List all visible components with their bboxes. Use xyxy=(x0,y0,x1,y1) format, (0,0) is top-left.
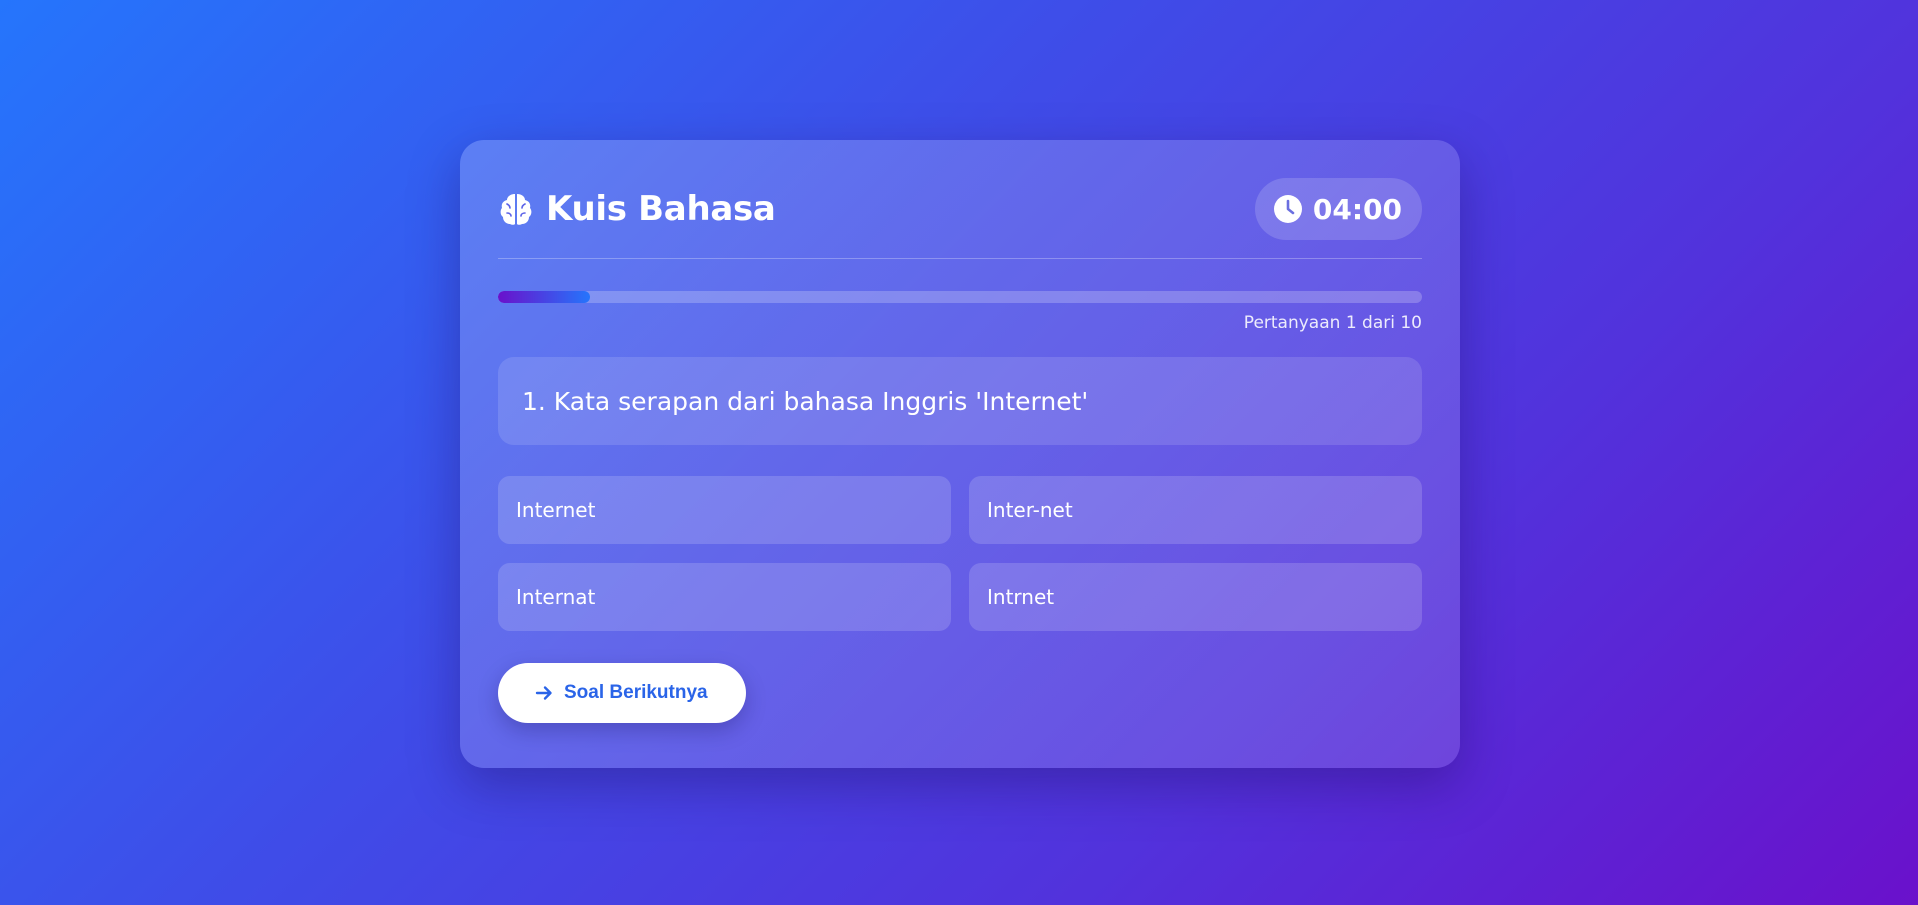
timer-value: 04:00 xyxy=(1312,192,1402,226)
next-question-button[interactable]: Soal Berikutnya xyxy=(498,663,746,723)
option-button[interactable]: Intrnet xyxy=(969,563,1422,631)
progress-fill xyxy=(498,291,591,303)
next-question-label: Soal Berikutnya xyxy=(564,682,708,703)
question-text: 1. Kata serapan dari bahasa Inggris 'Int… xyxy=(522,386,1089,416)
app-title: Kuis Bahasa xyxy=(546,189,776,229)
brain-icon xyxy=(498,191,534,227)
brand: Kuis Bahasa xyxy=(498,189,776,229)
header-divider xyxy=(498,258,1422,259)
arrow-right-icon xyxy=(534,683,554,703)
clock-icon xyxy=(1273,194,1303,224)
option-button[interactable]: Internet xyxy=(498,476,951,544)
option-label: Internet xyxy=(516,498,596,522)
progress-bar xyxy=(498,291,1422,303)
question-box: 1. Kata serapan dari bahasa Inggris 'Int… xyxy=(498,357,1422,445)
quiz-card: Kuis Bahasa 04:00 Pertanyaan 1 dari 10 1… xyxy=(460,140,1460,768)
option-label: Intrnet xyxy=(987,585,1055,609)
quiz-header: Kuis Bahasa 04:00 xyxy=(498,178,1422,240)
timer: 04:00 xyxy=(1254,178,1422,240)
option-label: Internat xyxy=(516,585,596,609)
answer-options: Internet Inter-net Internat Intrnet xyxy=(498,476,1422,631)
option-button[interactable]: Inter-net xyxy=(969,476,1422,544)
option-label: Inter-net xyxy=(987,498,1073,522)
option-button[interactable]: Internat xyxy=(498,563,951,631)
progress-label: Pertanyaan 1 dari 10 xyxy=(1243,313,1422,333)
